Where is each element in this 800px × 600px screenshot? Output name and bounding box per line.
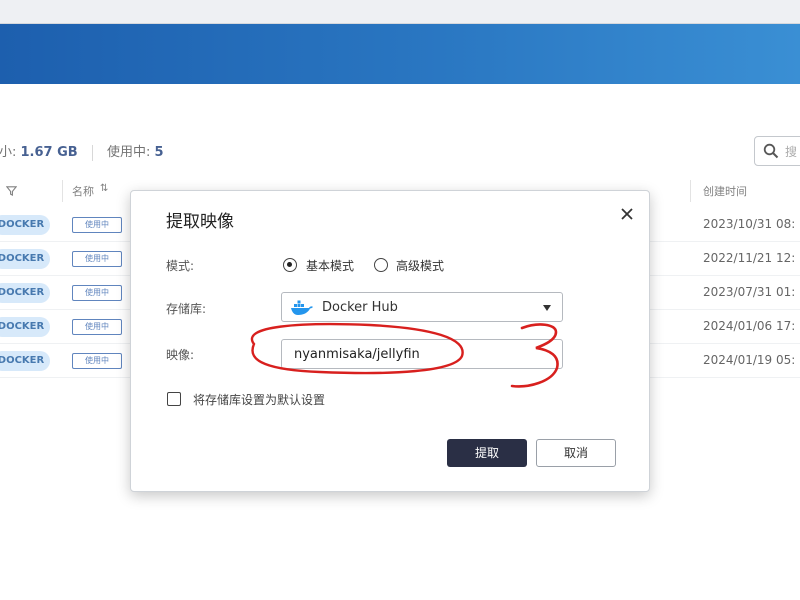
docker-whale-icon [291, 300, 313, 315]
close-icon[interactable] [618, 205, 636, 223]
pull-button[interactable]: 提取 [447, 439, 527, 467]
mode-label: 模式: [166, 259, 195, 273]
image-name-value: nyanmisaka/jellyfin [294, 347, 420, 362]
header-banner [0, 24, 800, 84]
chevron-down-icon [543, 305, 551, 311]
pull-image-dialog: 提取映像 模式: 基本模式 高级模式 存储库: Docker Hub 映像: n… [130, 190, 650, 492]
registry-label: 存储库: [166, 302, 207, 316]
default-registry-label[interactable]: 将存储库设置为默认设置 [193, 391, 325, 408]
mode-basic-label[interactable]: 基本模式 [306, 257, 354, 274]
image-label: 映像: [166, 348, 195, 362]
registry-select[interactable]: Docker Hub [281, 292, 563, 322]
default-registry-checkbox[interactable] [167, 392, 181, 406]
cancel-button[interactable]: 取消 [536, 439, 616, 467]
mode-advanced-label[interactable]: 高级模式 [396, 257, 444, 274]
dialog-title: 提取映像 [166, 212, 234, 232]
mode-basic-radio[interactable] [283, 258, 297, 272]
image-name-input[interactable]: nyanmisaka/jellyfin [281, 339, 563, 369]
registry-value: Docker Hub [322, 300, 398, 315]
window-top-strip [0, 0, 800, 24]
mode-advanced-radio[interactable] [374, 258, 388, 272]
